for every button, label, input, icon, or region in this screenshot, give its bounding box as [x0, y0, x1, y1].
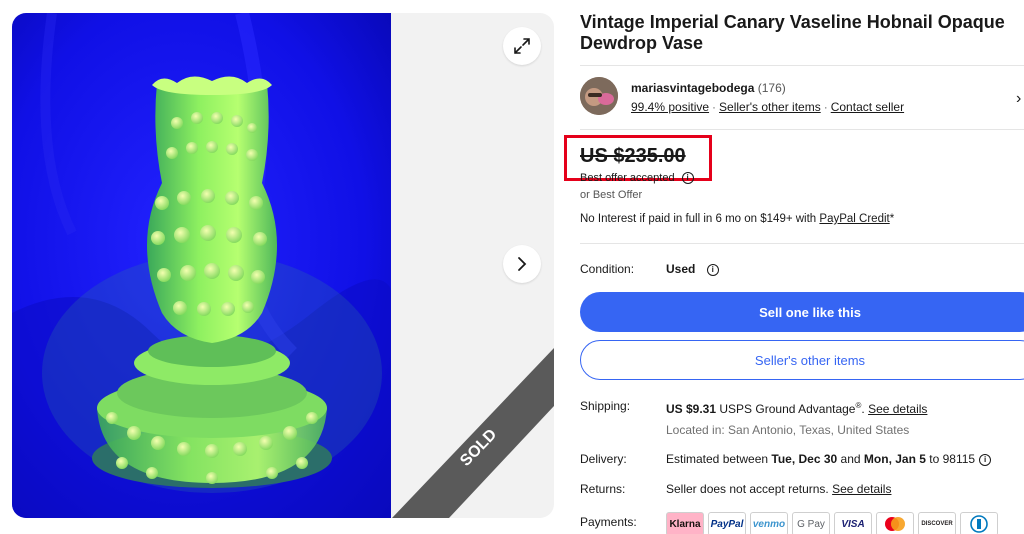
contact-seller-link[interactable]: Contact seller — [831, 100, 904, 114]
delivery-and: and — [837, 452, 864, 466]
seller-name-line[interactable]: mariasvintagebodega (176) — [631, 81, 786, 95]
payment-methods: Klarna PayPal venmo G Pay VISA DISCOVER — [666, 512, 998, 534]
seller-chevron-icon[interactable]: › — [1016, 90, 1021, 108]
delivery-value: Estimated between Tue, Dec 30 and Mon, J… — [666, 452, 992, 466]
paypal-credit-asterisk: * — [889, 213, 895, 225]
separator: · — [712, 100, 717, 114]
shipping-value: US $9.31 USPS Ground Advantage®. See det… — [666, 401, 927, 416]
seller-avatar[interactable] — [580, 77, 618, 115]
condition-value: Used — [666, 262, 696, 276]
returns-label: Returns: — [580, 482, 626, 496]
listing-details: Vintage Imperial Canary Vaseline Hobnail… — [564, 0, 1024, 534]
divider — [580, 243, 1024, 244]
expand-icon — [514, 38, 530, 54]
shipping-service: USPS Ground Advantage — [716, 402, 856, 416]
chevron-right-icon — [518, 257, 527, 271]
delivery-info-icon[interactable]: i — [979, 453, 992, 466]
returns-text: Seller does not accept returns. — [666, 482, 833, 496]
delivery-start: Tue, Dec 30 — [771, 452, 838, 466]
shipping-price: US $9.31 — [666, 402, 717, 416]
best-offer-accepted: Best offer accepted i — [580, 172, 694, 184]
paypal-credit-text: No Interest if paid in full in 6 mo on $… — [580, 213, 820, 225]
seller-feedback-count: (176) — [757, 81, 786, 95]
next-image-button[interactable] — [503, 245, 541, 283]
payments-label: Payments: — [580, 515, 637, 529]
info-icon[interactable]: i — [681, 172, 694, 184]
item-price: US $235.00 — [580, 145, 686, 167]
seller-positive-link[interactable]: 99.4% positive — [631, 100, 709, 114]
paypal-icon: PayPal — [708, 512, 746, 534]
venmo-icon: venmo — [750, 512, 788, 534]
expand-image-button[interactable] — [503, 27, 541, 65]
seller-links: 99.4% positive · Seller's other items · Cont… — [631, 100, 904, 114]
paypal-credit-line: No Interest if paid in full in 6 mo on $… — [580, 213, 894, 225]
condition-info-icon[interactable]: i — [706, 263, 719, 276]
divider — [580, 129, 1024, 130]
delivery-prefix: Estimated between — [666, 452, 772, 466]
mastercard-icon — [876, 512, 914, 534]
shipping-see-details-link[interactable]: See details — [868, 402, 927, 416]
separator: · — [823, 100, 828, 114]
sold-label: SOLD — [457, 426, 500, 470]
discover-icon: DISCOVER — [918, 512, 956, 534]
best-offer-accepted-text: Best offer accepted — [580, 172, 675, 184]
item-location: Located in: San Antonio, Texas, United S… — [666, 423, 910, 437]
product-photo[interactable] — [12, 13, 391, 518]
divider — [580, 65, 1024, 66]
paypal-credit-link[interactable]: PayPal Credit — [819, 213, 889, 225]
shipping-label: Shipping: — [580, 399, 631, 413]
condition-label: Condition: — [580, 262, 635, 276]
sell-one-like-this-button[interactable]: Sell one like this — [580, 292, 1024, 332]
sellers-other-items-button[interactable]: Seller's other items — [580, 340, 1024, 380]
delivery-end: Mon, Jan 5 — [863, 452, 926, 466]
condition-value-line: Used i — [666, 262, 719, 276]
delivery-suffix: to 98115 — [925, 452, 976, 466]
delivery-label: Delivery: — [580, 452, 627, 466]
seller-name[interactable]: mariasvintagebodega — [631, 81, 754, 95]
returns-see-details-link[interactable]: See details — [832, 482, 891, 496]
or-best-offer: or Best Offer — [580, 189, 643, 201]
image-gallery: SOLD — [12, 13, 554, 518]
returns-value: Seller does not accept returns. See deta… — [666, 482, 891, 496]
klarna-icon: Klarna — [666, 512, 704, 534]
google-pay-icon: G Pay — [792, 512, 830, 534]
diners-club-icon — [960, 512, 998, 534]
visa-icon: VISA — [834, 512, 872, 534]
listing-title: Vintage Imperial Canary Vaseline Hobnail… — [580, 12, 1005, 53]
seller-other-items-link[interactable]: Seller's other items — [719, 100, 821, 114]
